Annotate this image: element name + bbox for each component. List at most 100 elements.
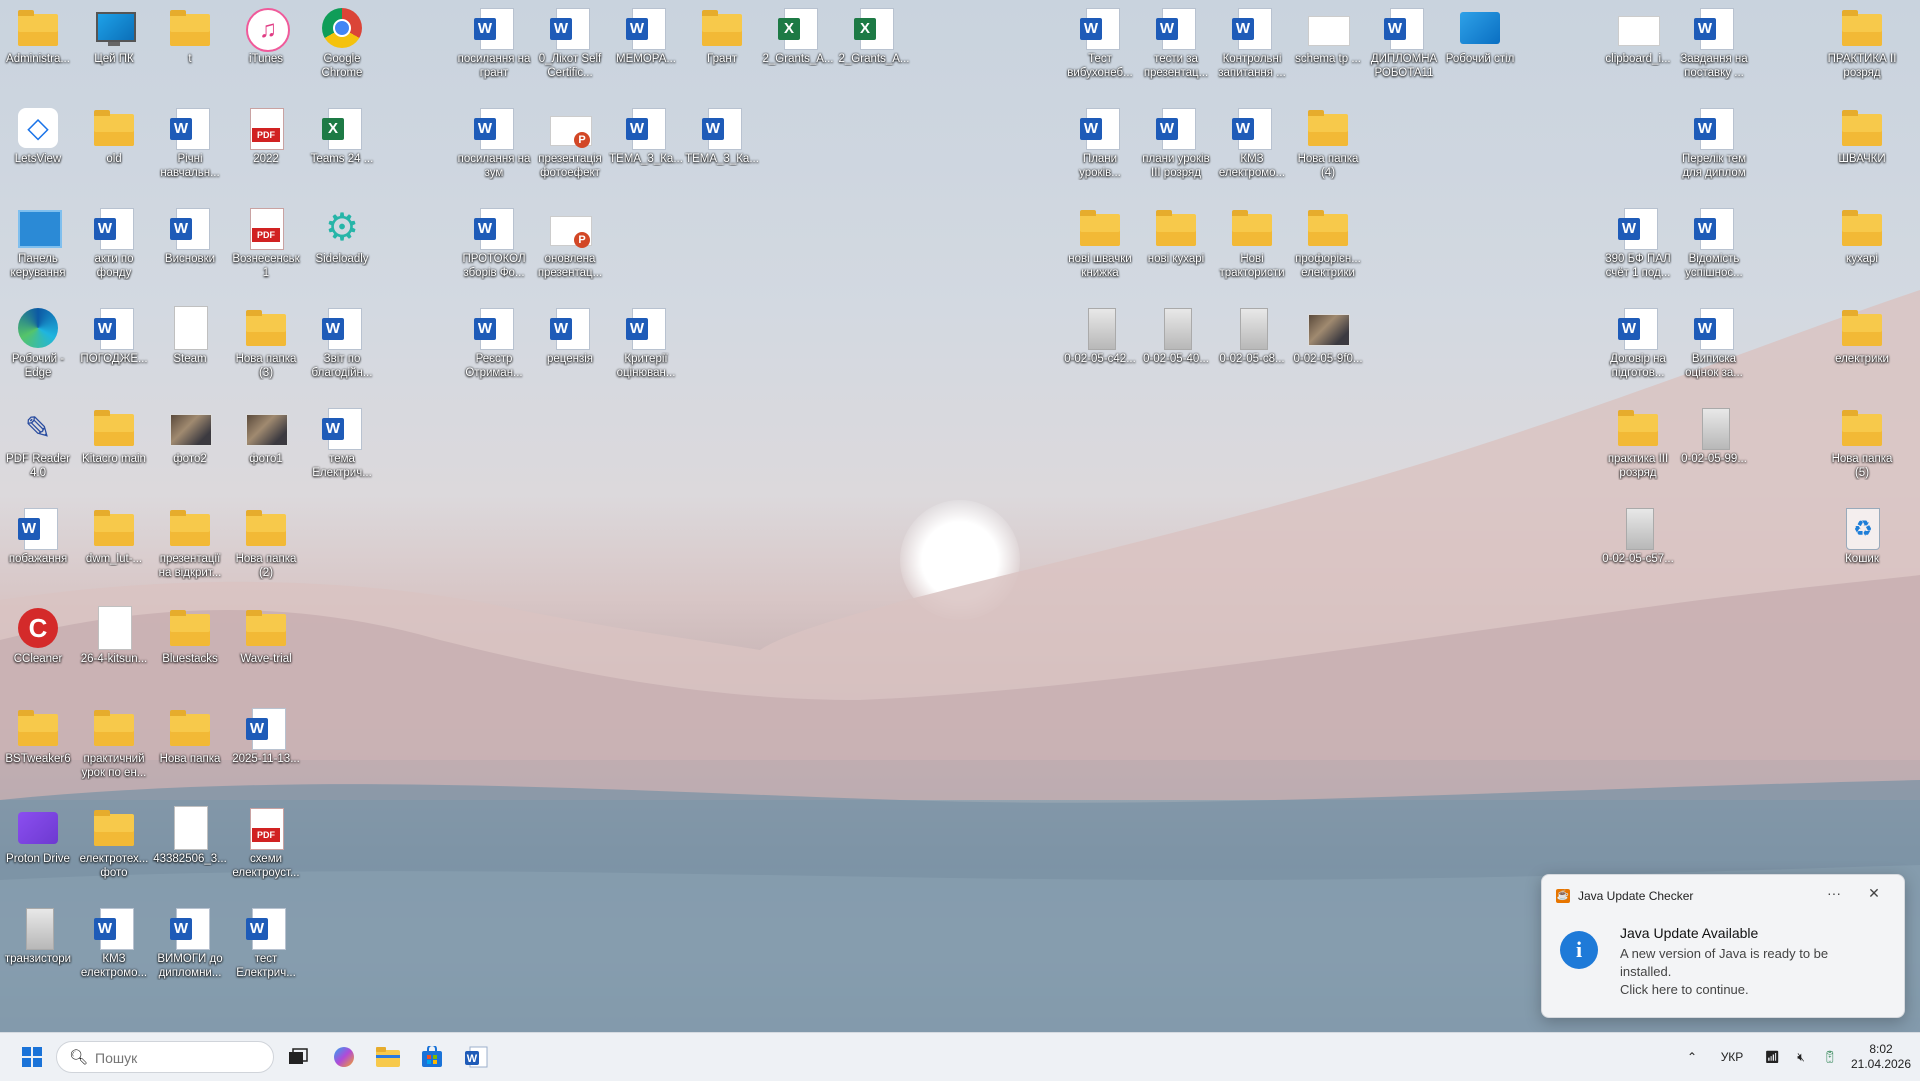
desktop-icon[interactable]: Робочий стіл xyxy=(1442,0,1518,96)
desktop-icon[interactable]: CCleaner xyxy=(0,600,76,696)
desktop-icon[interactable]: Реєстр Отриман... xyxy=(456,300,532,396)
desktop-icon[interactable]: посилання на зум xyxy=(456,100,532,196)
desktop-icon[interactable]: фото1 xyxy=(228,400,304,496)
desktop-icon[interactable]: нові кухарі xyxy=(1138,200,1214,296)
desktop-icon[interactable]: презентація фотоефект xyxy=(532,100,608,196)
desktop-icon[interactable]: ПРАКТИКА II розряд xyxy=(1824,0,1900,96)
system-tray-quick-settings[interactable]: 📶︎ 🔇︎ 🔋︎ xyxy=(1756,1033,1846,1081)
desktop-icon[interactable]: МЕМОРА... xyxy=(608,0,684,96)
desktop-icon[interactable]: ТЕМА_3_Ка... xyxy=(684,100,760,196)
desktop-icon[interactable]: електрики xyxy=(1824,300,1900,396)
desktop-icon[interactable]: Панель керування xyxy=(0,200,76,296)
desktop-icon[interactable]: PDF Reader 4.0 xyxy=(0,400,76,496)
file-explorer-button[interactable] xyxy=(372,1041,404,1073)
desktop-icon[interactable]: Administra... xyxy=(0,0,76,96)
desktop-icon[interactable]: профорієн... електрики xyxy=(1290,200,1366,296)
desktop-icon[interactable]: Відомість успішнос... xyxy=(1676,200,1752,296)
desktop-icon[interactable]: Контрольні запитання ... xyxy=(1214,0,1290,96)
desktop-icon[interactable]: schema tp ... xyxy=(1290,0,1366,96)
desktop-icon[interactable]: 2022 xyxy=(228,100,304,196)
close-notification-button[interactable]: ✕ xyxy=(1862,885,1886,905)
desktop-icon[interactable]: Google Chrome xyxy=(304,0,380,96)
desktop-icon[interactable]: Звіт по благодійн... xyxy=(304,300,380,396)
copilot-button[interactable] xyxy=(328,1041,360,1073)
desktop-icon[interactable]: КМЗ електромо... xyxy=(76,900,152,996)
desktop-icon[interactable]: iTunes xyxy=(228,0,304,96)
desktop-icon[interactable]: Нова папка (3) xyxy=(228,300,304,396)
desktop-icon[interactable]: посилання на грант xyxy=(456,0,532,96)
desktop-icon[interactable]: нові швачки книжка xyxy=(1062,200,1138,296)
desktop-icon[interactable]: 0-02-05-c8... xyxy=(1214,300,1290,396)
desktop-icon[interactable]: Кошик xyxy=(1824,500,1900,596)
desktop-icon[interactable]: Teams 24 ... xyxy=(304,100,380,196)
desktop-icon[interactable]: практичний урок по ен... xyxy=(76,700,152,796)
desktop-icon[interactable]: Перелік тем для диплом xyxy=(1676,100,1752,196)
language-indicator[interactable]: УКР xyxy=(1712,1033,1752,1081)
desktop-icon[interactable]: Висновки xyxy=(152,200,228,296)
desktop-icon[interactable]: Bluestacks xyxy=(152,600,228,696)
more-options-button[interactable]: ··· xyxy=(1822,885,1846,905)
desktop-icon[interactable]: 2_Grants_A... xyxy=(836,0,912,96)
desktop-icon[interactable]: old xyxy=(76,100,152,196)
desktop-icon[interactable]: рецензія xyxy=(532,300,608,396)
desktop-icon[interactable]: тема Електрич... xyxy=(304,400,380,496)
desktop-icon[interactable]: схеми електроуст... xyxy=(228,800,304,896)
desktop-icon[interactable]: Завдання на поставку ... xyxy=(1676,0,1752,96)
desktop-icon[interactable]: фото2 xyxy=(152,400,228,496)
desktop-icon[interactable]: ШВАЧКИ xyxy=(1824,100,1900,196)
desktop-icon[interactable]: Steam xyxy=(152,300,228,396)
desktop-icon[interactable]: ТЕМА_3_Ка... xyxy=(608,100,684,196)
java-update-notification[interactable]: ☕ Java Update Checker ··· ✕ i Java Updat… xyxy=(1541,874,1905,1018)
desktop-icon[interactable]: BSTweaker6 xyxy=(0,700,76,796)
word-taskbar-button[interactable]: W xyxy=(460,1041,492,1073)
desktop-icon[interactable]: Нова папка (4) xyxy=(1290,100,1366,196)
desktop-icon[interactable]: ПРОТОКОЛ зборів Фо... xyxy=(456,200,532,296)
desktop-icon[interactable]: 0-02-05-40... xyxy=(1138,300,1214,396)
show-hidden-icons-button[interactable]: ⌃ xyxy=(1678,1033,1706,1081)
desktop-icon[interactable]: Цей ПК xyxy=(76,0,152,96)
desktop-icon[interactable]: транзистори xyxy=(0,900,76,996)
desktop-icon[interactable]: ДИПЛОМНА РОБОТА11 xyxy=(1366,0,1442,96)
desktop-icon[interactable]: Вознесенськ 1 xyxy=(228,200,304,296)
desktop-icon[interactable]: плани уроків III розряд xyxy=(1138,100,1214,196)
desktop-icon[interactable]: оновлена презентац... xyxy=(532,200,608,296)
desktop-icon[interactable]: Тест вибухонеб... xyxy=(1062,0,1138,96)
desktop-icon[interactable]: ВИМОГИ до дипломни... xyxy=(152,900,228,996)
start-button[interactable] xyxy=(16,1041,48,1073)
desktop-icon[interactable]: clipboard_i... xyxy=(1600,0,1676,96)
desktop-icon[interactable]: Виписка оцінок за... xyxy=(1676,300,1752,396)
desktop-icon[interactable]: 390 БФ ПАЛ счёт 1 под... xyxy=(1600,200,1676,296)
desktop-icon[interactable]: Proton Drive xyxy=(0,800,76,896)
desktop-icon[interactable]: тести за презентац... xyxy=(1138,0,1214,96)
desktop-icon[interactable]: Критерії оцінюван... xyxy=(608,300,684,396)
desktop-icon[interactable]: Нова папка xyxy=(152,700,228,796)
desktop-icon[interactable]: акти по фонду xyxy=(76,200,152,296)
desktop-icon[interactable]: кухарі xyxy=(1824,200,1900,296)
desktop-icon[interactable]: Робочий - Edge xyxy=(0,300,76,396)
desktop-icon[interactable]: t xyxy=(152,0,228,96)
desktop-icon[interactable]: 2_Grants_A... xyxy=(760,0,836,96)
desktop-icon[interactable]: Нова папка (5) xyxy=(1824,400,1900,496)
desktop-icon[interactable]: КМЗ електромо... xyxy=(1214,100,1290,196)
desktop-icon[interactable]: презентації на відкрит... xyxy=(152,500,228,596)
desktop-icon[interactable]: 43382506_3... xyxy=(152,800,228,896)
desktop-icon[interactable]: електротех... фото xyxy=(76,800,152,896)
desktop-icon[interactable]: побажання xyxy=(0,500,76,596)
taskbar-search[interactable]: 🔍︎ xyxy=(56,1041,274,1073)
toast-body[interactable]: A new version of Java is ready to be ins… xyxy=(1620,945,1880,999)
desktop-icon[interactable]: 0-02-05-9f0... xyxy=(1290,300,1366,396)
desktop-icon[interactable]: Нова папка (2) xyxy=(228,500,304,596)
desktop-icon[interactable]: Sideloadly xyxy=(304,200,380,296)
desktop-icon[interactable]: Договір на підготов... xyxy=(1600,300,1676,396)
clock[interactable]: 8:02 21.04.2026 xyxy=(1846,1033,1916,1081)
desktop-icon[interactable]: dwm_lut-... xyxy=(76,500,152,596)
desktop-icon[interactable]: Wave-trial xyxy=(228,600,304,696)
desktop-icon[interactable]: Kitacro main xyxy=(76,400,152,496)
desktop-icon[interactable]: тест Електрич... xyxy=(228,900,304,996)
desktop-icon[interactable]: Плани уроків... xyxy=(1062,100,1138,196)
desktop-icon[interactable]: практика III розряд xyxy=(1600,400,1676,496)
search-input[interactable] xyxy=(93,1048,267,1068)
desktop-icon[interactable]: Грант xyxy=(684,0,760,96)
desktop-icon[interactable]: 2025-11-13... xyxy=(228,700,304,796)
desktop-icon[interactable]: 0_Лікот Self Certific... xyxy=(532,0,608,96)
